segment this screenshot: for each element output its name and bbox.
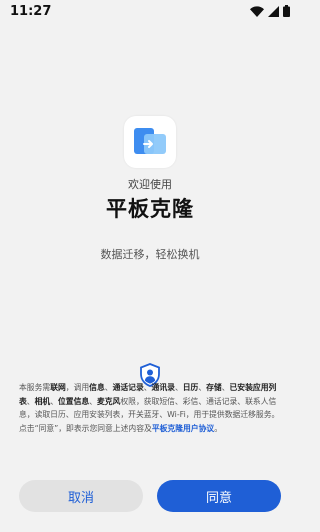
agreement-permission: 联网 <box>50 383 66 392</box>
app-title: 平板克隆 <box>106 197 194 221</box>
device-clone-icon <box>124 116 176 168</box>
agreement-text-segment: 、 <box>198 383 207 392</box>
welcome-text: 欢迎使用 <box>128 178 172 191</box>
cancel-button[interactable]: 取消 <box>19 480 143 512</box>
agreement-permission: 日历 <box>182 383 199 392</box>
signal-icon <box>268 5 279 17</box>
battery-icon <box>283 5 290 17</box>
agreement-text-segment: 、 <box>89 396 97 406</box>
wifi-icon <box>250 5 264 17</box>
agree-button[interactable]: 同意 <box>157 480 281 512</box>
status-bar: 11:27 <box>0 0 300 22</box>
agreement-permission: 存储 <box>206 383 222 392</box>
user-agreement-link[interactable]: 平板克隆用户协议 <box>152 424 214 433</box>
privacy-agreement-text: 本服务需联网，调用信息、通话记录、通讯录、日历、存储、已安装应用列表、相机、位置… <box>19 381 285 435</box>
agreement-text-segment: 、 <box>104 383 113 392</box>
agreement-text-segment: 、 <box>143 383 152 392</box>
status-icons <box>250 5 290 17</box>
agreement-permission: 信息 <box>89 383 105 392</box>
agreement-text-segment: 本服务需 <box>19 383 51 392</box>
status-time: 11:27 <box>10 3 52 19</box>
agreement-permission: 麦克风 <box>96 396 121 406</box>
agreement-permission: 位置信息 <box>57 396 90 406</box>
agreement-permission: 通话记录 <box>112 383 144 392</box>
agreement-text-segment: 、 <box>174 383 183 392</box>
agreement-text-segment: 、 <box>50 396 58 406</box>
agreement-text-segment: ，调用 <box>65 383 90 392</box>
agreement-text-segment: 、 <box>26 396 35 406</box>
agreement-text-segment: 、 <box>221 383 230 392</box>
agreement-permission: 相机 <box>34 396 51 406</box>
agreement-text-segment: 。 <box>214 423 222 433</box>
app-tagline: 数据迁移，轻松换机 <box>100 248 200 261</box>
agreement-permission: 通讯录 <box>151 383 175 392</box>
